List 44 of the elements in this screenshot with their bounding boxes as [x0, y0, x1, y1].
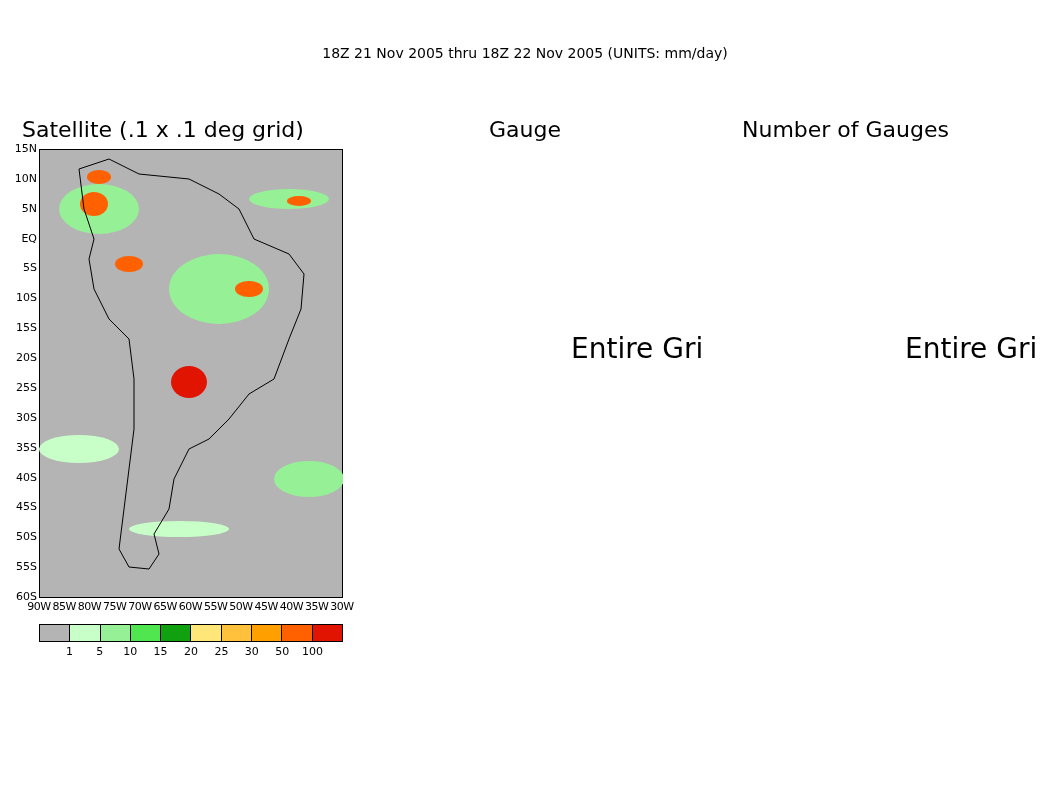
axis-tick-label: 10N [14, 172, 37, 185]
scale-label: 30 [244, 646, 259, 658]
plot-title: 18Z 21 Nov 2005 thru 18Z 22 Nov 2005 (UNITS: mm/day) [322, 44, 728, 63]
axis-tick-label: 10S [16, 292, 37, 305]
axis-tick-label: 75W [103, 601, 127, 613]
axis-tick-label: 45S [16, 501, 37, 514]
axis-tick-label: 90W [27, 601, 51, 613]
axis-tick-label: 5N [21, 202, 37, 215]
axis-tick-label: 70W [128, 601, 152, 613]
axis-tick-label: 15N [14, 143, 37, 155]
scale-label: 15 [153, 646, 168, 658]
axis-tick-label: 65W [153, 601, 177, 613]
axis-tick-label: 15S [16, 322, 37, 335]
scale-label: 25 [214, 646, 229, 658]
no-data-message: Entire Gri [571, 332, 705, 366]
axis-tick-label: 45W [254, 601, 278, 613]
panel-title: Satellite (.1 x .1 deg grid) [22, 116, 305, 144]
axis-tick-label: 85W [52, 601, 76, 613]
axis-tick-label: 60S [16, 591, 37, 603]
axis-tick-label: 35W [305, 601, 329, 613]
scale-label: 1 [65, 646, 73, 658]
scale-label: 10 [123, 646, 138, 658]
axis-tick-label: 25S [16, 381, 37, 394]
scale-label: 100 [302, 646, 324, 658]
axis-tick-label: 60W [178, 601, 203, 613]
scale-label: 20 [184, 646, 198, 658]
scale-label: 50 [275, 646, 290, 658]
axis-tick-label: 50W [229, 601, 253, 613]
axis-tick-label: 5S [23, 262, 37, 275]
axis-tick-label: 35S [16, 441, 37, 454]
panel-title: Gauge [489, 116, 562, 144]
axis-tick-label: 40W [279, 601, 304, 613]
axis-tick-label: 30S [16, 411, 37, 424]
axis-tick-label: 30W [330, 601, 354, 613]
axis-tick-label: 50S [16, 531, 37, 544]
axis-tick-label: EQ [21, 232, 37, 245]
scale-label: 5 [96, 646, 104, 658]
axis-tick-label: 80W [77, 601, 102, 613]
axis-tick-label: 55W [204, 601, 228, 613]
panel-title: Number of Gauges [742, 116, 950, 144]
no-data-message: Entire Gri [905, 332, 1039, 366]
axis-tick-label: 55S [16, 561, 37, 574]
axis-tick-label: 20S [16, 352, 37, 365]
axis-tick-label: 40S [16, 471, 37, 484]
